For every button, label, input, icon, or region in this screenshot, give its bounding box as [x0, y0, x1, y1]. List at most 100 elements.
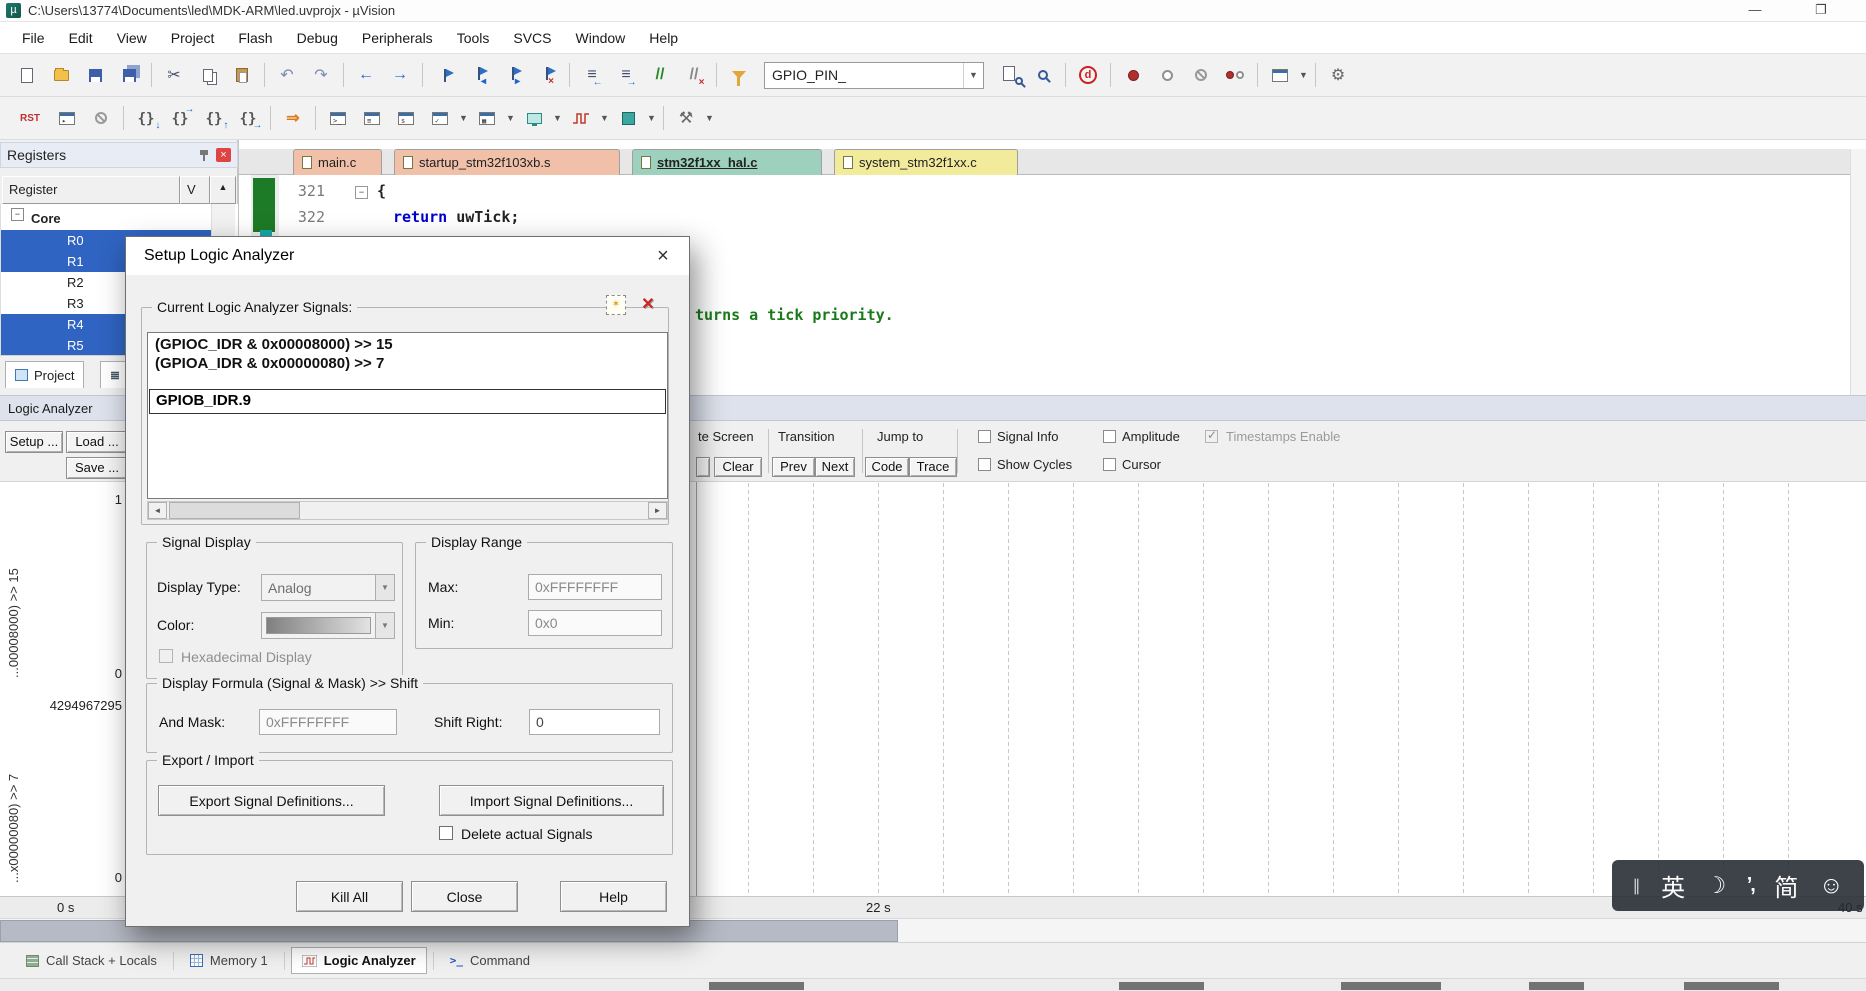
jump-to-code-button[interactable]: Code: [865, 457, 909, 477]
ime-simplified-indicator[interactable]: 简: [1774, 868, 1798, 903]
menu-flash[interactable]: Flash: [226, 25, 284, 51]
clear-bookmarks-icon[interactable]: ×: [530, 60, 564, 90]
delete-actual-signals-label[interactable]: Delete actual Signals: [461, 826, 593, 842]
tree-node-core[interactable]: Core: [1, 208, 213, 229]
save-all-icon[interactable]: [112, 60, 146, 90]
new-signal-icon[interactable]: ✶: [606, 295, 626, 315]
tab-system-c[interactable]: system_stm32f1xx.c: [834, 149, 1018, 175]
analysis-window-caret-icon[interactable]: ▼: [598, 103, 611, 133]
editor-scrollbar[interactable]: [1850, 149, 1866, 395]
fold-collapse-icon[interactable]: −: [355, 186, 368, 199]
save-icon[interactable]: [78, 60, 112, 90]
pin-icon[interactable]: [197, 148, 211, 162]
emoji-icon[interactable]: ☺: [1819, 872, 1844, 900]
menu-help[interactable]: Help: [637, 25, 690, 51]
scroll-up-icon[interactable]: ▲: [210, 176, 236, 204]
paste-icon[interactable]: [225, 60, 259, 90]
column-header-value[interactable]: V: [180, 176, 210, 204]
amplitude-checkbox[interactable]: [1103, 430, 1116, 443]
close-button[interactable]: Close: [411, 881, 518, 912]
window-layout-caret-icon[interactable]: ▼: [1297, 60, 1310, 90]
cursor-checkbox[interactable]: [1103, 458, 1116, 471]
serial-window-caret-icon[interactable]: ▼: [551, 103, 564, 133]
tab-project[interactable]: Project: [5, 361, 85, 388]
run-to-line-icon[interactable]: {} →: [231, 103, 265, 133]
kill-all-button[interactable]: Kill All: [296, 881, 403, 912]
amplitude-label[interactable]: Amplitude: [1122, 429, 1180, 444]
undo-icon[interactable]: ↶: [270, 60, 304, 90]
scroll-right-icon[interactable]: ►: [648, 502, 667, 519]
dialog-title-bar[interactable]: Setup Logic Analyzer: [126, 237, 689, 275]
insert-breakpoint-icon[interactable]: [1116, 60, 1150, 90]
ime-punctuation-icon[interactable]: ’,: [1747, 874, 1756, 897]
moon-icon[interactable]: ☽: [1706, 872, 1727, 899]
watch-window-caret-icon[interactable]: ▼: [457, 103, 470, 133]
find-in-files-icon[interactable]: [992, 60, 1026, 90]
la-load-button[interactable]: Load ...: [66, 431, 128, 453]
code-line-321[interactable]: {: [377, 182, 386, 200]
ime-handle-icon[interactable]: ∥: [1633, 876, 1641, 896]
ime-language-indicator[interactable]: 英: [1661, 868, 1685, 903]
search-icon[interactable]: [1026, 60, 1060, 90]
signal-list-item-2[interactable]: (GPIOA_IDR & 0x00000080) >> 7: [155, 355, 384, 372]
show-cycles-label[interactable]: Show Cycles: [997, 457, 1072, 472]
tab-command[interactable]: >_ Command: [440, 948, 540, 973]
signal-list[interactable]: (GPIOC_IDR & 0x00008000) >> 15 (GPIOA_ID…: [147, 332, 668, 499]
copy-icon[interactable]: [191, 60, 225, 90]
delete-actual-signals-checkbox[interactable]: [439, 826, 453, 840]
transition-next-button[interactable]: Next: [815, 457, 855, 477]
menu-debug[interactable]: Debug: [285, 25, 350, 51]
tab-call-stack[interactable]: Call Stack + Locals: [16, 948, 167, 973]
maximize-button[interactable]: ❐: [1798, 0, 1844, 22]
disable-breakpoint-icon[interactable]: [1150, 60, 1184, 90]
menu-view[interactable]: View: [105, 25, 159, 51]
tab-main-c[interactable]: main.c: [293, 149, 382, 175]
serial-window-icon[interactable]: [517, 103, 551, 133]
help-button[interactable]: Help: [560, 881, 667, 912]
column-header-register[interactable]: Register: [2, 176, 180, 204]
menu-svcs[interactable]: SVCS: [501, 25, 563, 51]
step-out-icon[interactable]: {} ↑: [197, 103, 231, 133]
chevron-down-icon[interactable]: ▼: [963, 62, 983, 88]
step-into-icon[interactable]: {} ↓: [129, 103, 163, 133]
kill-all-breakpoints-icon[interactable]: [1218, 60, 1252, 90]
new-signal-input[interactable]: GPIOB_IDR.9: [149, 389, 666, 414]
navigate-back-icon[interactable]: ←: [349, 60, 383, 90]
reset-icon[interactable]: RST: [10, 103, 50, 133]
menu-project[interactable]: Project: [159, 25, 227, 51]
stop-icon[interactable]: [84, 103, 118, 133]
signal-list-item-1[interactable]: (GPIOC_IDR & 0x00008000) >> 15: [155, 336, 393, 353]
window-layout-icon[interactable]: [1263, 60, 1297, 90]
transition-prev-button[interactable]: Prev: [772, 457, 815, 477]
cursor-label[interactable]: Cursor: [1122, 457, 1161, 472]
uncomment-icon[interactable]: //×: [677, 60, 711, 90]
toolbox-icon[interactable]: ⚒: [669, 103, 703, 133]
minimize-button[interactable]: —: [1732, 0, 1778, 22]
watch-window-icon[interactable]: ✓: [423, 103, 457, 133]
navigate-forward-icon[interactable]: →: [383, 60, 417, 90]
command-window-icon[interactable]: >_: [321, 103, 355, 133]
symbol-window-icon[interactable]: s: [389, 103, 423, 133]
open-folder-icon[interactable]: [44, 60, 78, 90]
scroll-left-icon[interactable]: ◄: [148, 502, 167, 519]
menu-file[interactable]: File: [10, 25, 57, 51]
signal-info-checkbox[interactable]: [978, 430, 991, 443]
show-next-statement-icon[interactable]: ⇒: [276, 103, 310, 133]
import-definitions-button[interactable]: Import Signal Definitions...: [439, 785, 664, 816]
dialog-close-icon[interactable]: ×: [643, 241, 683, 271]
comment-icon[interactable]: //: [643, 60, 677, 90]
stop-button-clipped[interactable]: [696, 457, 710, 477]
delete-signal-icon[interactable]: ✕: [636, 295, 660, 315]
tab-memory-1[interactable]: Memory 1: [180, 948, 278, 973]
la-save-button[interactable]: Save ...: [66, 457, 128, 479]
unindent-icon[interactable]: ≡ ←: [575, 60, 609, 90]
code-line-322[interactable]: return uwTick;: [393, 208, 519, 226]
disassembly-window-icon[interactable]: ≡: [355, 103, 389, 133]
start-stop-debug-icon[interactable]: d: [1071, 60, 1105, 90]
new-file-icon[interactable]: [10, 60, 44, 90]
disable-all-breakpoints-icon[interactable]: [1184, 60, 1218, 90]
system-viewer-caret-icon[interactable]: ▼: [645, 103, 658, 133]
tab-logic-analyzer[interactable]: Logic Analyzer: [290, 947, 427, 974]
memory-window-icon[interactable]: ▦: [470, 103, 504, 133]
la-clear-button[interactable]: Clear: [714, 457, 762, 477]
